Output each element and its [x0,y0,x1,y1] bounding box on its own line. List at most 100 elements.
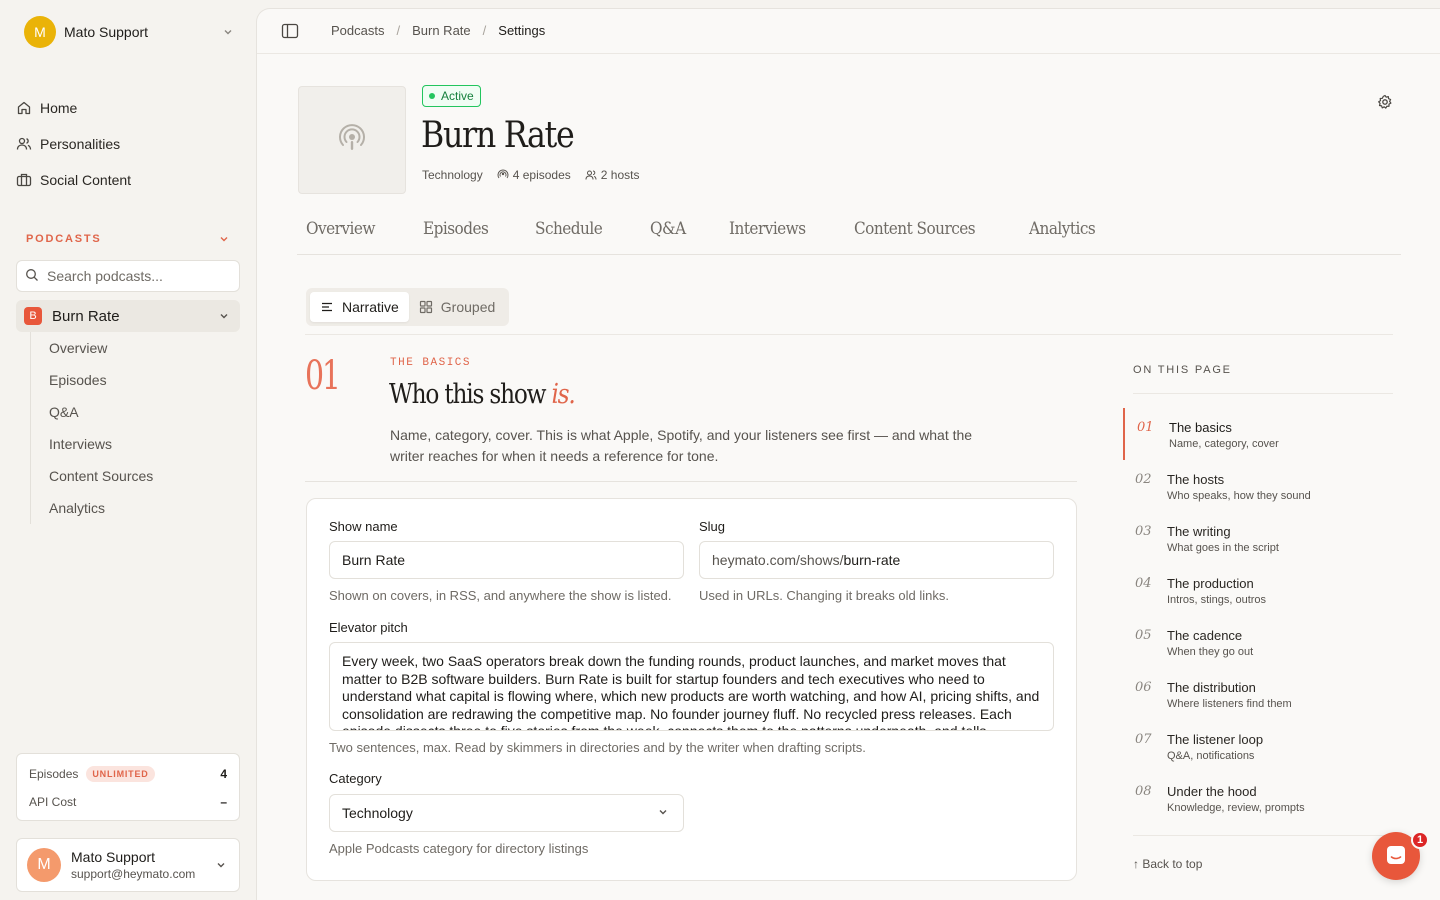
status-dot [429,93,435,99]
users-icon [585,170,597,180]
user-email: support@heymato.com [71,867,196,881]
unlimited-badge: UNLIMITED [86,766,155,782]
usage-episodes-row: Episodes UNLIMITED 4 [29,764,227,784]
status-badge: Active [422,85,481,107]
usage-api-label: API Cost [29,795,77,809]
show-category: Technology [422,168,483,182]
breadcrumb-burn-rate[interactable]: Burn Rate [412,23,471,38]
toc-num: 01 [1137,420,1154,435]
show-name-field[interactable]: Burn Rate [329,541,684,579]
nav-item-personalities[interactable]: Personalities [16,128,240,160]
back-to-top-link[interactable]: ↑ Back to top [1133,857,1202,871]
podcast-item-burn-rate[interactable]: B Burn Rate [16,300,240,332]
pitch-hint: Two sentences, max. Read by skimmers in … [329,740,866,755]
toc-item-sub: Q&A, notifications [1167,750,1255,762]
divider [1133,393,1393,394]
show-name-hint: Shown on covers, in RSS, and anywhere th… [329,588,672,603]
section-number: 01 [305,353,341,399]
toc-item-hosts[interactable]: 02 The hosts Who speaks, how they sound [1123,460,1393,512]
user-avatar: M [27,848,61,882]
usage-card: Episodes UNLIMITED 4 API Cost – [16,753,240,821]
toc-item-cadence[interactable]: 05 The cadence When they go out [1123,616,1393,668]
nav-label: Personalities [40,136,121,152]
toc-item-listener-loop[interactable]: 07 The listener loop Q&A, notifications [1123,720,1393,772]
toc-item-sub: What goes in the script [1167,542,1279,554]
grouped-view-button[interactable]: Grouped [409,292,505,322]
toc-item-distribution[interactable]: 06 The distribution Where listeners find… [1123,668,1393,720]
subnav-item-interviews[interactable]: Interviews [31,428,240,460]
toc-item-under-the-hood[interactable]: 08 Under the hood Knowledge, review, pro… [1123,772,1393,824]
tab-content-sources[interactable]: Content Sources [845,219,984,254]
podcast-icon [497,169,509,179]
toc-item-title: The cadence [1167,628,1243,643]
toc-item-title: The listener loop [1167,732,1264,747]
hosts-text: 2 hosts [600,168,640,182]
home-icon [16,100,32,116]
toc-item-sub: When they go out [1167,646,1254,658]
usage-episodes-label: Episodes [29,767,79,781]
toc-num: 03 [1135,524,1152,539]
toc-num: 08 [1135,784,1152,799]
episodes-text: 4 episodes [512,168,571,182]
chevron-down-icon[interactable] [216,308,232,324]
toc-item-sub: Where listeners find them [1167,698,1292,710]
section-heading: Who this show is. [389,379,576,410]
toc-title: ON THIS PAGE [1133,364,1232,376]
divider [305,334,1393,335]
category-select[interactable]: Technology [329,794,684,832]
subnav-item-content-sources[interactable]: Content Sources [31,460,240,492]
subnav-item-qa[interactable]: Q&A [31,396,240,428]
show-cover[interactable] [298,86,406,194]
breadcrumb-separator: / [396,23,401,38]
section-description: Name, category, cover. This is what Appl… [390,427,973,464]
toc-item-production[interactable]: 04 The production Intros, stings, outros [1123,564,1393,616]
toc-item-title: The writing [1167,524,1231,539]
toc-item-basics[interactable]: 01 The basics Name, category, cover [1123,408,1393,460]
toc-item-writing[interactable]: 03 The writing What goes in the script [1123,512,1393,564]
subnav-item-overview[interactable]: Overview [31,332,240,364]
grouped-label: Grouped [440,299,496,315]
narrative-view-button[interactable]: Narrative [310,292,409,322]
show-title: Burn Rate [421,115,575,156]
slug-hint: Used in URLs. Changing it breaks old lin… [699,588,950,603]
slug-value: burn-rate [843,552,901,568]
pitch-textarea[interactable]: Every week, two SaaS operators break dow… [329,642,1054,731]
breadcrumb-podcasts[interactable]: Podcasts [331,23,384,38]
gear-icon[interactable] [1377,94,1393,110]
tab-qa[interactable]: Q&A [641,219,695,254]
tab-episodes[interactable]: Episodes [414,219,497,254]
podcast-badge: B [24,307,42,325]
basics-form-card: Show name Burn Rate Shown on covers, in … [306,498,1077,881]
view-toggle: Narrative Grouped [306,288,510,326]
category-hint: Apple Podcasts category for directory li… [329,841,589,856]
slug-field[interactable]: heymato.com/shows/burn-rate [699,541,1054,579]
podcast-subnav: Overview Episodes Q&A Interviews Content… [30,332,240,524]
subnav-item-episodes[interactable]: Episodes [31,364,240,396]
tab-schedule[interactable]: Schedule [526,219,611,254]
pitch-label: Elevator pitch [329,620,408,635]
toc-num: 07 [1135,732,1152,747]
episode-count: 4 episodes [497,168,571,182]
podcasts-section-header[interactable]: PODCASTS [26,231,232,247]
subnav-item-analytics[interactable]: Analytics [31,492,240,524]
tab-overview[interactable]: Overview [297,219,384,254]
nav-item-home[interactable]: Home [16,92,240,124]
chevron-down-icon [220,24,236,40]
chevron-down-icon [213,857,229,873]
status-label: Active [441,89,474,103]
workspace-avatar: M [24,16,56,48]
search-input[interactable] [47,268,227,284]
tab-interviews[interactable]: Interviews [720,219,815,254]
breadcrumb-current: Settings [498,23,546,38]
tab-analytics[interactable]: Analytics [1020,219,1104,254]
nav-item-social-content[interactable]: Social Content [16,164,240,196]
usage-api-value: – [220,795,227,809]
user-menu[interactable]: M Mato Support support@heymato.com [16,838,240,892]
toc-item-sub: Who speaks, how they sound [1167,490,1311,502]
nav-label: Home [40,100,78,116]
workspace-switcher[interactable]: M Mato Support [24,16,236,48]
sidebar-toggle-icon[interactable] [281,22,299,40]
chevron-down-icon [216,231,232,247]
toc-item-sub: Knowledge, review, prompts [1167,802,1305,814]
sidebar: M Mato Support Home Personalities Social… [0,0,256,900]
